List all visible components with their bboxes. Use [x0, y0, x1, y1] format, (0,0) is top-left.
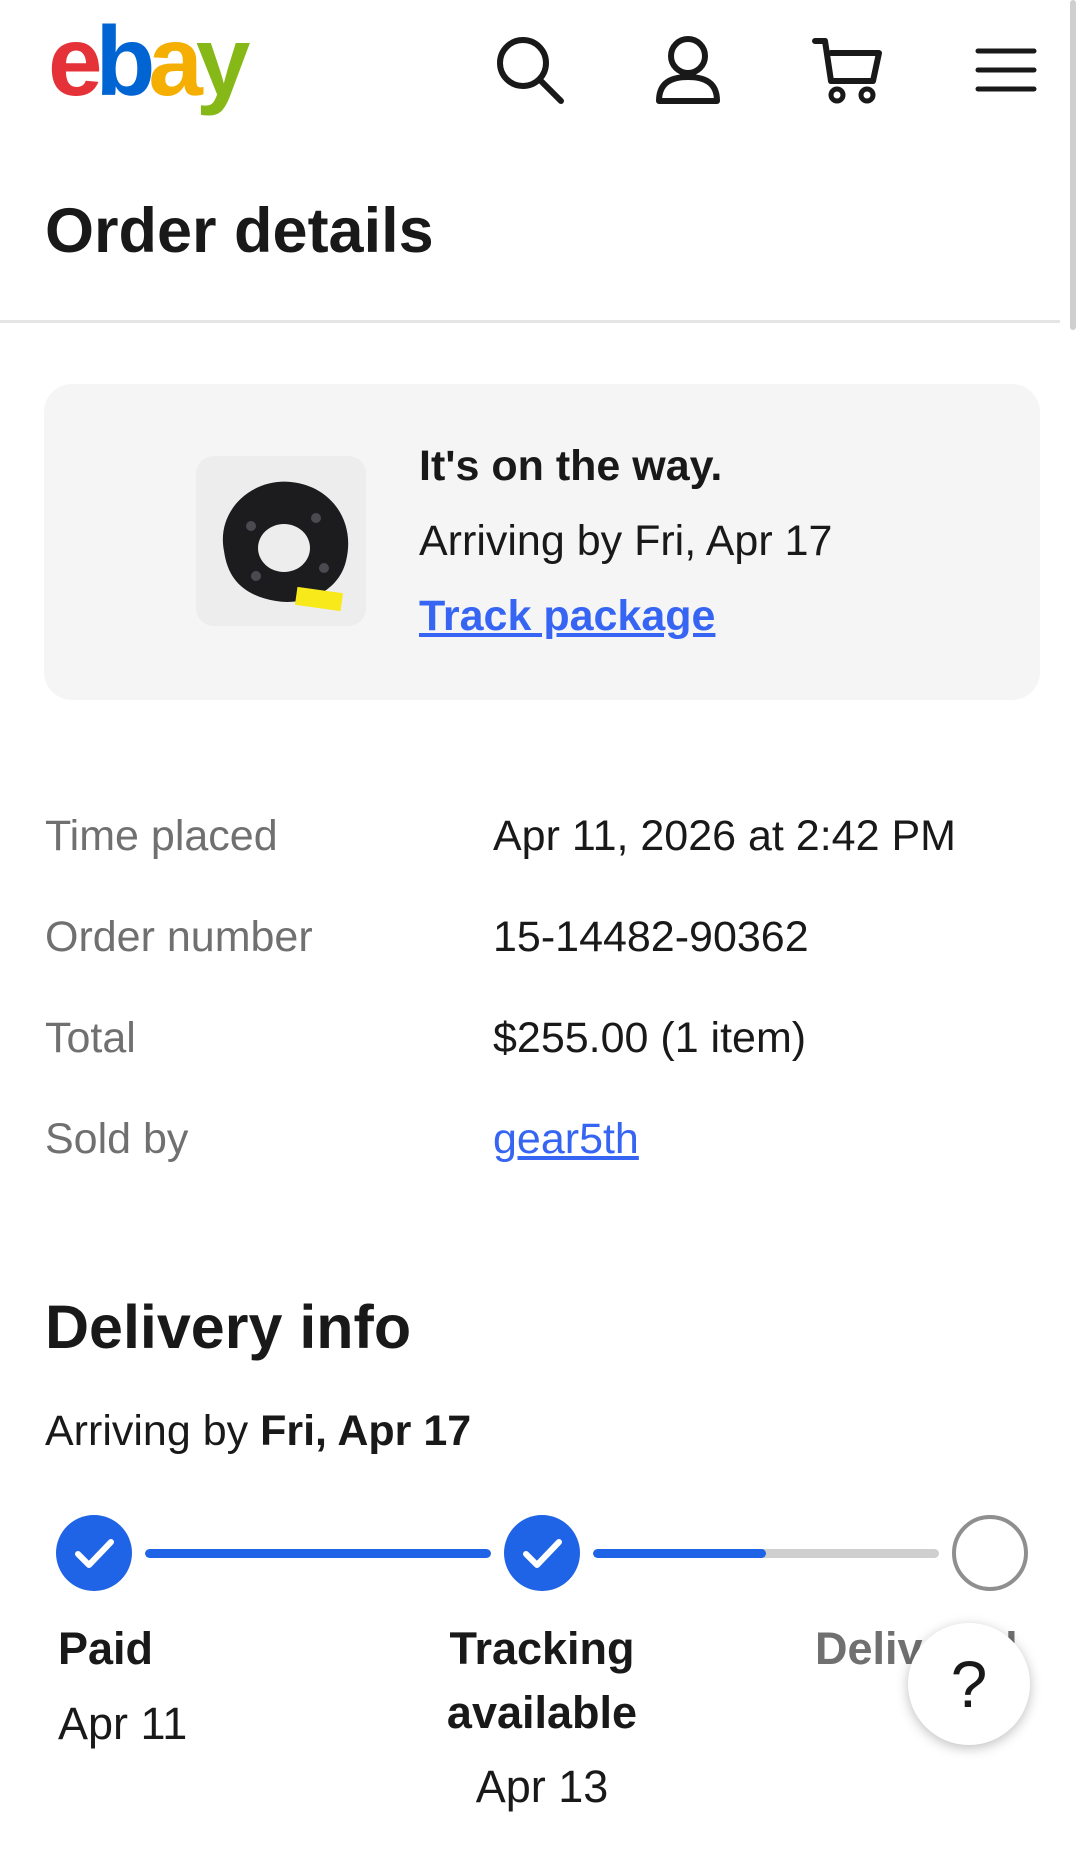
total-value: $255.00 (1 item) — [493, 1014, 807, 1062]
order-details-page: ebay Order details It's on the way. Arri… — [0, 0, 1080, 1866]
seller-link[interactable]: gear5th — [493, 1115, 639, 1164]
logo-letter-y: y — [195, 6, 250, 116]
ebay-logo[interactable]: ebay — [48, 6, 250, 116]
total-label: Total — [45, 1014, 136, 1062]
cart-icon[interactable] — [808, 30, 888, 110]
step-tracking-label-line1: Tracking — [449, 1623, 635, 1674]
title-divider — [0, 320, 1060, 323]
delivery-arriving: Arriving by Fri, Apr 17 — [45, 1407, 471, 1456]
time-placed-label: Time placed — [45, 812, 278, 860]
progress-segment-1-fill — [145, 1549, 491, 1558]
step-delivered-circle-icon — [952, 1515, 1028, 1591]
page-title: Order details — [45, 196, 434, 266]
arriving-date: Fri, Apr 17 — [260, 1407, 472, 1455]
step-paid-label: Paid — [58, 1623, 154, 1674]
step-paid-check-icon — [56, 1515, 132, 1591]
arriving-prefix: Arriving by — [45, 1407, 261, 1455]
item-thumbnail[interactable] — [196, 456, 366, 626]
help-button[interactable]: ? — [908, 1623, 1030, 1745]
sold-by-label: Sold by — [45, 1115, 189, 1163]
step-tracking-label-line2: available — [446, 1687, 638, 1738]
site-header: ebay — [0, 0, 1080, 150]
scrollbar[interactable] — [1070, 0, 1076, 330]
step-tracking-date: Apr 13 — [475, 1761, 609, 1812]
help-question-icon: ? — [950, 1647, 988, 1721]
arrival-estimate: Arriving by Fri, Apr 17 — [419, 517, 833, 565]
step-tracking-check-icon — [504, 1515, 580, 1591]
shipment-status: It's on the way. — [419, 442, 723, 490]
logo-letter-b: b — [95, 6, 156, 116]
step-paid-date: Apr 11 — [58, 1698, 188, 1749]
order-number-label: Order number — [45, 913, 313, 961]
step-tracking-label: Tracking available — [392, 1617, 692, 1745]
logo-letter-a: a — [148, 6, 202, 116]
track-package-link[interactable]: Track package — [419, 592, 715, 641]
progress-segment-2 — [593, 1549, 939, 1558]
account-icon[interactable] — [648, 30, 728, 110]
progress-segment-1 — [145, 1549, 491, 1558]
menu-icon[interactable] — [966, 30, 1046, 110]
logo-letter-e: e — [48, 6, 102, 116]
order-number-value: 15-14482-90362 — [493, 913, 809, 961]
search-icon[interactable] — [490, 30, 570, 110]
progress-segment-2-fill — [593, 1549, 766, 1558]
shipment-status-card: It's on the way. Arriving by Fri, Apr 17… — [44, 384, 1040, 700]
time-placed-value: Apr 11, 2026 at 2:42 PM — [493, 812, 956, 860]
delivery-info-title: Delivery info — [45, 1293, 412, 1361]
